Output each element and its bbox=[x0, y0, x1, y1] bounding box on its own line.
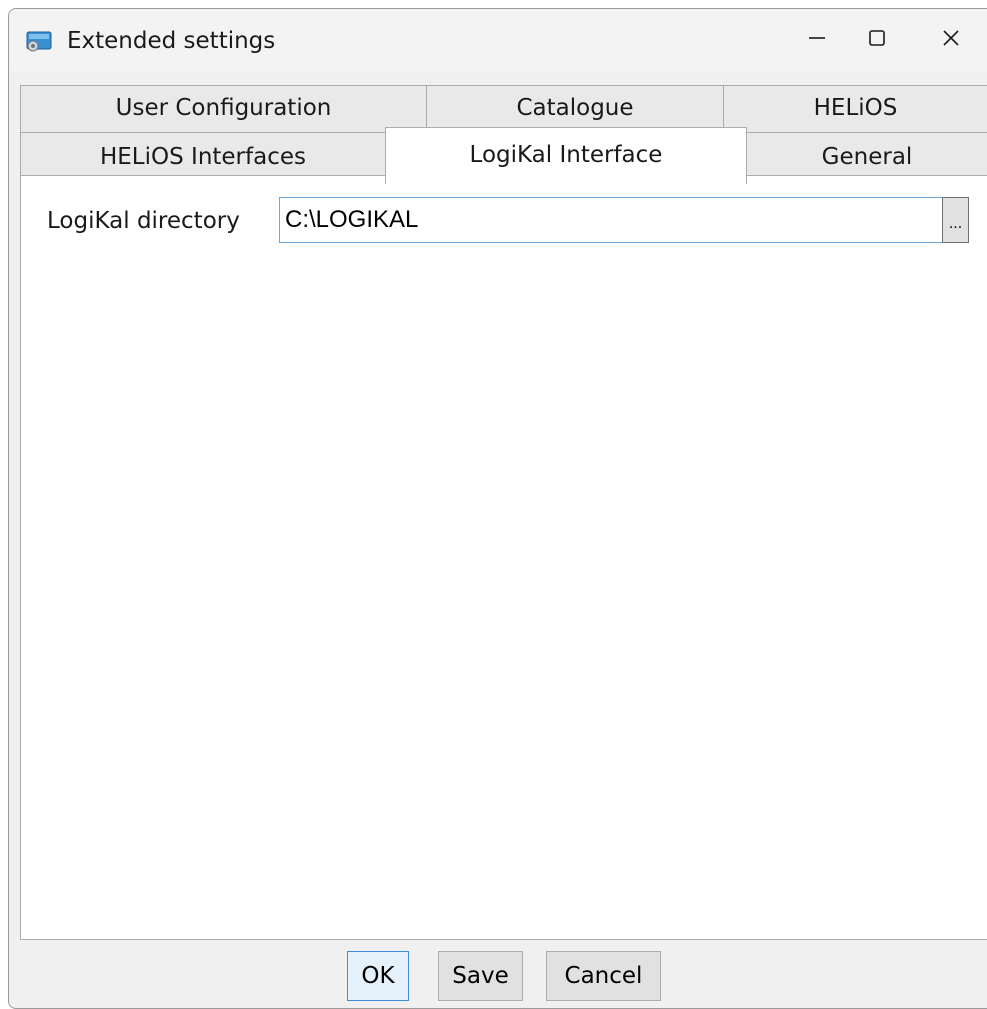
minimize-icon bbox=[807, 28, 827, 52]
tab-catalogue[interactable]: Catalogue bbox=[426, 85, 724, 132]
maximize-icon bbox=[867, 28, 887, 52]
tab-panel-logikal-interface: LogiKal directory ... bbox=[20, 175, 987, 940]
save-button[interactable]: Save bbox=[438, 951, 523, 1001]
window-title: Extended settings bbox=[67, 28, 276, 54]
logikal-directory-label: LogiKal directory bbox=[47, 208, 240, 234]
tab-general[interactable]: General bbox=[746, 132, 987, 180]
settings-tabs: User Configuration Catalogue HELiOS HELi… bbox=[20, 85, 987, 185]
browse-directory-button[interactable]: ... bbox=[942, 197, 969, 243]
tab-helios-interfaces[interactable]: HELiOS Interfaces bbox=[20, 132, 386, 180]
title-bar[interactable]: Extended settings bbox=[9, 9, 987, 71]
settings-app-icon bbox=[26, 31, 52, 53]
dialog-buttons: OK Save Cancel bbox=[9, 951, 987, 1003]
extended-settings-window: Extended settings User Configuration Cat… bbox=[8, 8, 987, 1009]
close-icon bbox=[941, 28, 961, 52]
minimize-button[interactable] bbox=[787, 9, 847, 71]
logikal-directory-input[interactable] bbox=[279, 197, 943, 243]
close-button[interactable] bbox=[921, 9, 981, 71]
tab-user-configuration[interactable]: User Configuration bbox=[20, 85, 427, 132]
maximize-button[interactable] bbox=[847, 9, 907, 71]
ok-button[interactable]: OK bbox=[347, 951, 409, 1001]
cancel-button[interactable]: Cancel bbox=[546, 951, 661, 1001]
tab-logikal-interface[interactable]: LogiKal Interface bbox=[385, 127, 747, 184]
tab-helios[interactable]: HELiOS bbox=[723, 85, 987, 132]
